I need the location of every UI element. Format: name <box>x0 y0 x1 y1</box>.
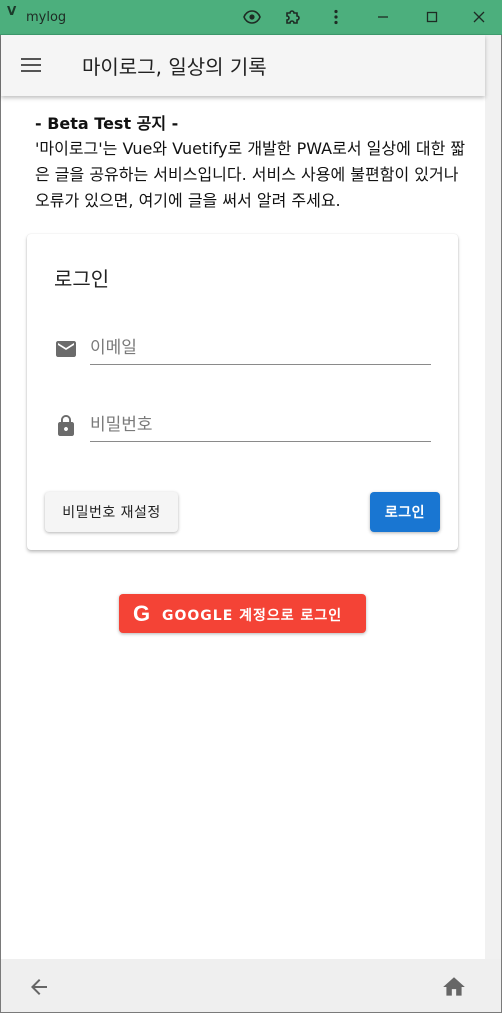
email-input[interactable] <box>90 331 431 365</box>
back-arrow-icon[interactable] <box>27 975 51 999</box>
app-logo-icon: V <box>7 4 17 18</box>
notice-title: - Beta Test 공지 - <box>35 114 179 133</box>
window-title: mylog <box>26 10 67 25</box>
lock-icon <box>54 414 78 438</box>
home-icon[interactable] <box>441 974 467 1000</box>
reset-password-button[interactable]: 비밀번호 재설정 <box>45 492 178 532</box>
google-icon: G <box>133 601 151 626</box>
window-border-left <box>0 35 1 1013</box>
eye-icon[interactable] <box>241 6 263 28</box>
minimize-icon[interactable] <box>372 6 394 28</box>
maximize-icon[interactable] <box>421 6 443 28</box>
notice-body: '마이로그'는 Vue와 Vuetify로 개발한 PWA로서 일상에 대한 짧… <box>35 139 466 210</box>
more-vert-icon[interactable] <box>325 6 347 28</box>
email-field <box>54 331 431 371</box>
close-icon[interactable] <box>468 6 490 28</box>
beta-notice: - Beta Test 공지 - '마이로그'는 Vue와 Vuetify로 개… <box>35 112 475 214</box>
email-icon <box>54 337 78 361</box>
password-input[interactable] <box>90 408 431 442</box>
bottom-nav-bar <box>1 959 501 1012</box>
window-titlebar: V mylog <box>0 0 502 35</box>
scrollbar[interactable] <box>485 35 501 959</box>
login-button[interactable]: 로그인 <box>370 492 440 532</box>
login-card: 로그인 비밀번호 재설정 로그인 <box>27 234 458 550</box>
password-field <box>54 408 431 448</box>
login-card-title: 로그인 <box>54 267 110 291</box>
google-login-label: GOOGLE 계정으로 로그인 <box>162 608 343 624</box>
google-login-button[interactable]: G GOOGLE 계정으로 로그인 <box>119 594 366 633</box>
app-title: 마이로그, 일상의 기록 <box>82 55 267 79</box>
menu-icon[interactable] <box>19 53 45 79</box>
app-bar: 마이로그, 일상의 기록 <box>1 35 485 96</box>
puzzle-icon[interactable] <box>282 6 304 28</box>
